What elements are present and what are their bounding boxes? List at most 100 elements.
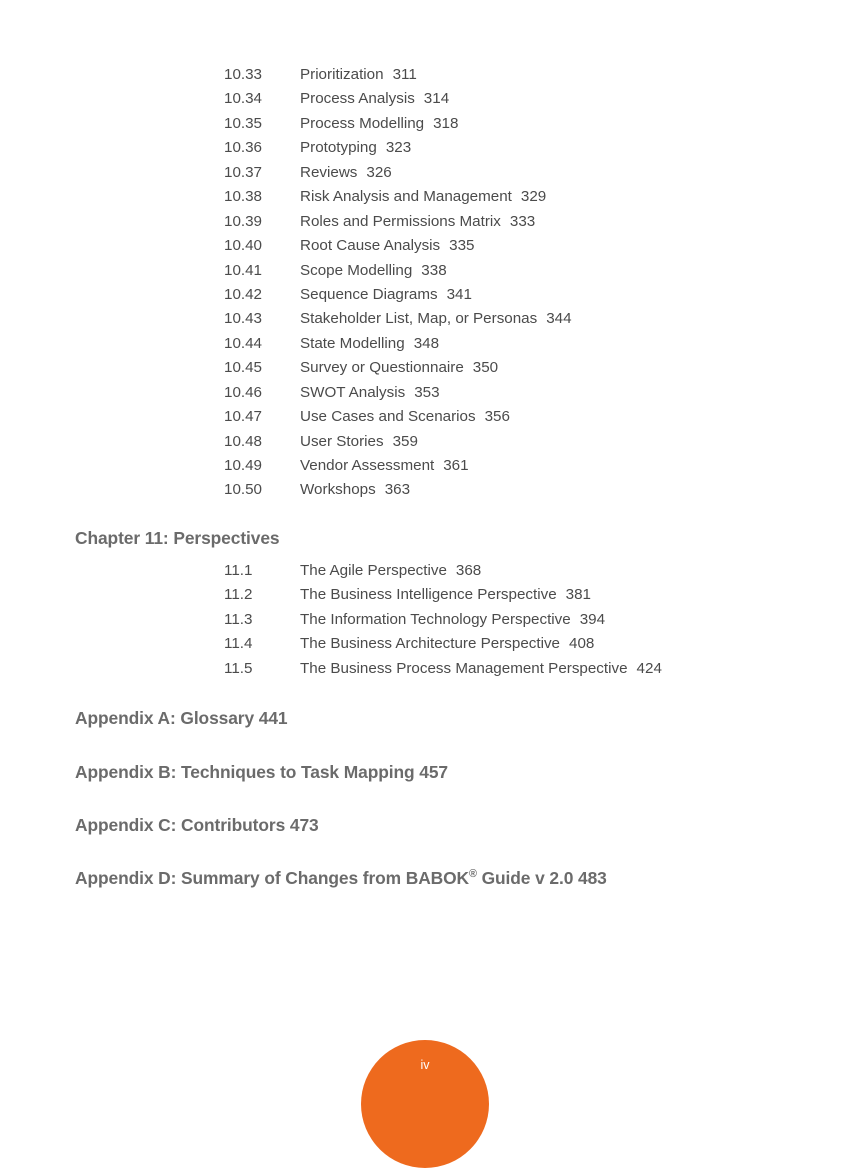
heading-appendix-b[interactable]: Appendix B: Techniques to Task Mapping 4…	[75, 762, 448, 783]
toc-entry[interactable]: 10.46 SWOT Analysis 353	[0, 384, 572, 408]
toc-entry-page-number: 368	[455, 562, 482, 579]
toc-entry[interactable]: 10.47 Use Cases and Scenarios 356	[0, 408, 572, 432]
toc-entry-page-number: 341	[446, 285, 472, 303]
toc-entry[interactable]: 11.1 The Agile Perspective 368	[0, 562, 662, 586]
toc-entry[interactable]: 10.36 Prototyping 323	[0, 139, 572, 163]
toc-entry-title: Stakeholder List, Map, or Personas	[300, 310, 538, 328]
toc-entry[interactable]: 10.40 Root Cause Analysis 335	[0, 237, 572, 261]
toc-entry-title: State Modelling	[300, 334, 405, 352]
toc-entry-number: 10.50	[224, 481, 263, 499]
toc-entry-title: Prototyping	[300, 139, 377, 157]
toc-entry-number: 10.46	[224, 383, 263, 401]
toc-entry-page-number: 344	[546, 310, 572, 328]
toc-entry-page-number: 311	[392, 66, 417, 83]
toc-entry-number: 10.34	[224, 90, 263, 108]
toc-entry-title: Sequence Diagrams	[300, 285, 438, 303]
document-page: 10.33 Prioritization 311 10.34 Process Analy…	[0, 0, 850, 1168]
toc-entry-number: 10.44	[224, 334, 263, 352]
toc-entry-title: Process Modelling	[300, 114, 425, 132]
toc-entry[interactable]: 10.38 Risk Analysis and Management 329	[0, 188, 572, 212]
toc-entry-page-number: 381	[565, 586, 591, 604]
toc-entry[interactable]: 11.5 The Business Process Management Pers…	[0, 660, 662, 684]
toc-entry[interactable]: 10.33 Prioritization 311	[0, 66, 572, 90]
toc-entry-title: The Agile Perspective	[300, 562, 447, 579]
toc-entry-title: The Information Technology Perspective	[300, 610, 571, 628]
toc-entry[interactable]: 10.34 Process Analysis 314	[0, 90, 572, 114]
toc-entry-number: 10.37	[224, 163, 263, 181]
toc-entry-title: Scope Modelling	[300, 261, 413, 279]
toc-entry-page-number: 335	[449, 237, 475, 255]
toc-entry-title: The Business Architecture Perspective	[300, 635, 560, 653]
toc-entry-title: Root Cause Analysis	[300, 237, 441, 255]
toc-entry-number: 10.43	[224, 310, 263, 328]
toc-entry-title: The Business Intelligence Perspective	[300, 586, 557, 604]
toc-list-chapter-11: 11.1 The Agile Perspective 368 11.2 The Busi…	[0, 562, 662, 684]
toc-entry-title: Process Analysis	[300, 90, 415, 108]
appendix-d-text-before: Appendix D: Summary of Changes from BABO…	[75, 868, 469, 888]
toc-entry-number: 10.36	[224, 139, 263, 157]
toc-entry-number: 10.33	[224, 66, 263, 83]
page-folio-circle: iv	[361, 1040, 489, 1168]
toc-entry[interactable]: 11.3 The Information Technology Perspecti…	[0, 611, 662, 635]
heading-appendix-d[interactable]: Appendix D: Summary of Changes from BABO…	[75, 868, 607, 889]
toc-entry-page-number: 363	[384, 481, 411, 499]
toc-entry-number: 10.35	[224, 114, 263, 132]
toc-entry-page-number: 361	[443, 457, 469, 474]
registered-trademark-icon: ®	[469, 868, 477, 881]
toc-entry[interactable]: 11.2 The Business Intelligence Perspectiv…	[0, 586, 662, 610]
toc-entry-page-number: 326	[366, 163, 392, 181]
toc-entry[interactable]: 10.45 Survey or Questionnaire 350	[0, 359, 572, 383]
toc-entry-title: Workshops	[300, 481, 376, 499]
toc-entry[interactable]: 10.43 Stakeholder List, Map, or Personas 3…	[0, 310, 572, 334]
toc-entry-page-number: 314	[423, 90, 450, 108]
toc-entry-page-number: 424	[636, 659, 662, 677]
toc-entry-page-number: 350	[472, 359, 499, 377]
toc-entry-title: Survey or Questionnaire	[300, 359, 464, 377]
toc-entry-page-number: 333	[509, 212, 536, 230]
toc-entry[interactable]: 10.41 Scope Modelling 338	[0, 262, 572, 286]
toc-entry-number: 11.2	[224, 586, 253, 604]
toc-entry[interactable]: 10.39 Roles and Permissions Matrix 333	[0, 213, 572, 237]
toc-entry[interactable]: 10.37 Reviews 326	[0, 164, 572, 188]
toc-entry-number: 10.41	[224, 261, 263, 279]
toc-entry-page-number: 356	[484, 408, 510, 426]
heading-chapter-11[interactable]: Chapter 11: Perspectives	[75, 528, 280, 549]
toc-entry-page-number: 338	[421, 261, 447, 279]
toc-entry-title: Vendor Assessment	[300, 457, 435, 474]
toc-entry-page-number: 318	[433, 114, 459, 132]
heading-appendix-c[interactable]: Appendix C: Contributors 473	[75, 815, 319, 836]
toc-entry-number: 10.47	[224, 408, 263, 426]
toc-entry-title: Use Cases and Scenarios	[300, 408, 476, 426]
toc-entry-title: The Business Process Management Perspect…	[300, 659, 628, 677]
toc-entry-title: SWOT Analysis	[300, 383, 406, 401]
appendix-d-text-after: Guide v 2.0 483	[476, 868, 607, 888]
toc-entry-title: User Stories	[300, 432, 384, 450]
toc-entry-number: 10.42	[224, 285, 263, 303]
toc-entry-number: 10.49	[224, 457, 263, 474]
toc-list-chapter-10: 10.33 Prioritization 311 10.34 Process Analy…	[0, 66, 572, 506]
toc-entry-title: Reviews	[300, 163, 358, 181]
toc-entry[interactable]: 10.50 Workshops 363	[0, 481, 572, 505]
toc-entry[interactable]: 10.42 Sequence Diagrams 341	[0, 286, 572, 310]
toc-entry-page-number: 348	[413, 334, 440, 352]
toc-entry-page-number: 323	[385, 139, 412, 157]
toc-entry-number: 11.4	[224, 635, 253, 653]
toc-entry-number: 10.45	[224, 359, 263, 377]
toc-entry[interactable]: 10.35 Process Modelling 318	[0, 115, 572, 139]
toc-entry-page-number: 408	[569, 635, 595, 653]
toc-entry-title: Prioritization	[300, 66, 384, 83]
toc-entry-number: 11.1	[224, 562, 253, 579]
toc-entry[interactable]: 11.4 The Business Architecture Perspectiv…	[0, 635, 662, 659]
toc-entry-number: 11.5	[224, 659, 253, 677]
toc-entry-number: 10.39	[224, 212, 263, 230]
heading-appendix-a[interactable]: Appendix A: Glossary 441	[75, 708, 288, 729]
toc-entry-title: Risk Analysis and Management	[300, 188, 512, 206]
page-number: iv	[420, 1058, 430, 1072]
toc-entry[interactable]: 10.44 State Modelling 348	[0, 335, 572, 359]
toc-entry-number: 10.48	[224, 432, 263, 450]
toc-entry-title: Roles and Permissions Matrix	[300, 212, 501, 230]
toc-entry-number: 10.38	[224, 188, 263, 206]
toc-entry[interactable]: 10.49 Vendor Assessment 361	[0, 457, 572, 481]
toc-entry[interactable]: 10.48 User Stories 359	[0, 433, 572, 457]
toc-entry-page-number: 329	[520, 188, 547, 206]
